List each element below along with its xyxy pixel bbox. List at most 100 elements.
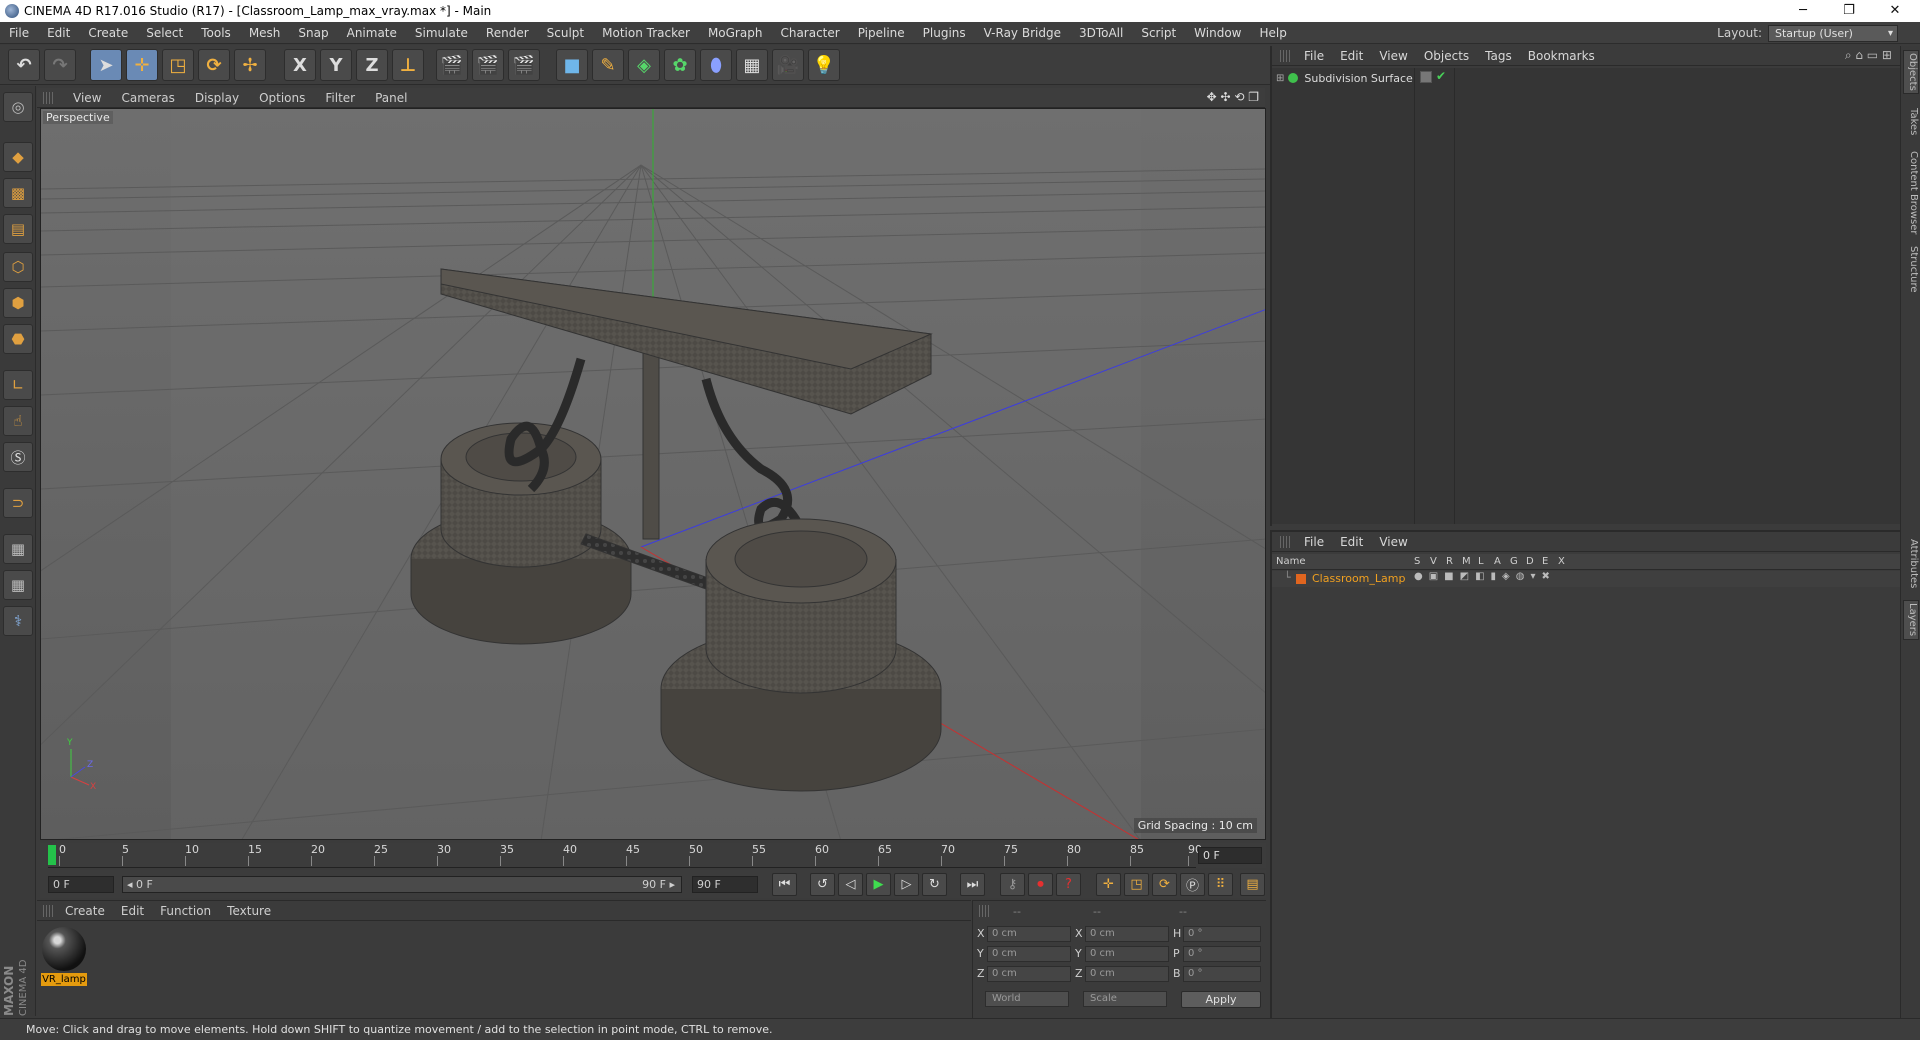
points-mode-button[interactable]: ⬡ xyxy=(3,252,33,282)
menu-render[interactable]: Render xyxy=(477,26,538,40)
objects-menu-objects[interactable]: Objects xyxy=(1416,49,1477,63)
pos-z-field[interactable]: 0 cm xyxy=(987,966,1071,982)
col-solo[interactable]: S xyxy=(1414,556,1420,567)
rot-p-field[interactable]: 0 ° xyxy=(1183,946,1261,962)
close-button[interactable]: ✕ xyxy=(1872,0,1918,22)
axis-x-button[interactable]: X xyxy=(284,49,316,81)
objects-search-home-icons[interactable]: ⌕ ⌂ ▭ ⊞ xyxy=(1845,48,1892,63)
menu-edit[interactable]: Edit xyxy=(38,26,79,40)
layers-menu-file[interactable]: File xyxy=(1296,535,1332,549)
min-frame-field[interactable]: 0 F xyxy=(48,876,114,893)
subdivision-surface-button[interactable]: ◈ xyxy=(628,49,660,81)
material-menu-edit[interactable]: Edit xyxy=(113,904,152,918)
tab-layers[interactable]: Layers xyxy=(1903,600,1919,640)
menu-sculpt[interactable]: Sculpt xyxy=(538,26,593,40)
camera-button[interactable]: 🎥 xyxy=(772,49,804,81)
play-button[interactable]: ▶ xyxy=(866,873,891,896)
coordinate-space-dropdown[interactable]: World xyxy=(985,991,1069,1007)
magnet-button[interactable]: ⊃ xyxy=(3,488,33,518)
col-render[interactable]: R xyxy=(1446,556,1453,567)
col-view[interactable]: V xyxy=(1430,556,1437,567)
viewport-menu-display[interactable]: Display xyxy=(185,91,249,105)
objects-menu-bookmarks[interactable]: Bookmarks xyxy=(1520,49,1603,63)
menu-character[interactable]: Character xyxy=(771,26,848,40)
polygons-mode-button[interactable]: ⬣ xyxy=(3,324,33,354)
prev-key-button[interactable]: ↺ xyxy=(810,873,835,896)
key-parameter-button[interactable]: Ⓟ xyxy=(1180,873,1205,896)
layer-row-classroom-lamp[interactable]: └ Classroom_Lamp ●▣■◩◧▮◈◍▾✖ xyxy=(1272,571,1900,587)
workplane-mode-button[interactable]: ▤ xyxy=(3,214,33,244)
spline-pen-button[interactable]: ✎ xyxy=(592,49,624,81)
size-x-field[interactable]: 0 cm xyxy=(1085,926,1169,942)
size-y-field[interactable]: 0 cm xyxy=(1085,946,1169,962)
autokey-button[interactable]: ⏺ xyxy=(1028,873,1053,896)
menu-help[interactable]: Help xyxy=(1250,26,1295,40)
timeline[interactable]: 0 5 10 15 20 25 30 35 40 45 50 55 60 65 … xyxy=(40,843,1266,868)
python-button[interactable]: ⚕ xyxy=(3,606,33,636)
key-scale-button[interactable]: ◳ xyxy=(1124,873,1149,896)
rotate-tool-button[interactable]: ⟳ xyxy=(198,49,230,81)
material-thumbnail[interactable] xyxy=(42,927,86,971)
render-view-button[interactable]: 🎬 xyxy=(436,49,468,81)
max-frame-field[interactable]: 90 F xyxy=(692,876,758,893)
panel-grip[interactable] xyxy=(43,91,53,104)
menu-script[interactable]: Script xyxy=(1132,26,1185,40)
layer-color-swatch[interactable] xyxy=(1296,574,1306,584)
col-locked[interactable]: L xyxy=(1478,556,1484,567)
key-pla-button[interactable]: ⠿ xyxy=(1208,873,1233,896)
menu-motion-tracker[interactable]: Motion Tracker xyxy=(593,26,699,40)
col-animation[interactable]: A xyxy=(1494,556,1501,567)
layout-dropdown[interactable]: Startup (User) xyxy=(1768,24,1898,42)
panel-grip[interactable] xyxy=(1280,535,1290,548)
panel-grip[interactable] xyxy=(1280,49,1290,62)
tweak-mode-button[interactable]: ☝ xyxy=(3,406,33,436)
prev-frame-button[interactable]: ◁ xyxy=(838,873,863,896)
next-key-button[interactable]: ↻ xyxy=(922,873,947,896)
perspective-viewport[interactable]: Y X Z Perspective Grid Spacing : 10 cm xyxy=(40,108,1266,840)
viewport-menu-filter[interactable]: Filter xyxy=(315,91,365,105)
workplane-align-button[interactable]: ▦ xyxy=(3,570,33,600)
menu-select[interactable]: Select xyxy=(137,26,192,40)
material-menu-function[interactable]: Function xyxy=(152,904,219,918)
viewport-menu-cameras[interactable]: Cameras xyxy=(111,91,184,105)
menu-window[interactable]: Window xyxy=(1185,26,1250,40)
cube-button[interactable]: ■ xyxy=(556,49,588,81)
expand-icon[interactable]: ⊞ xyxy=(1276,73,1284,84)
make-editable-button[interactable]: ◎ xyxy=(3,92,33,122)
pos-x-field[interactable]: 0 cm xyxy=(987,926,1071,942)
viewport-menu-view[interactable]: View xyxy=(63,91,111,105)
material-name-label[interactable]: VR_lamp xyxy=(41,973,87,986)
menu-pipeline[interactable]: Pipeline xyxy=(849,26,914,40)
menu-snap[interactable]: Snap xyxy=(289,26,337,40)
tab-takes[interactable]: Takes xyxy=(1903,104,1919,140)
record-active-button[interactable]: ⚷ xyxy=(1000,873,1025,896)
menu-simulate[interactable]: Simulate xyxy=(406,26,477,40)
edges-mode-button[interactable]: ⬢ xyxy=(3,288,33,318)
size-z-field[interactable]: 0 cm xyxy=(1085,966,1169,982)
col-xref[interactable]: X xyxy=(1558,556,1565,567)
menu-mesh[interactable]: Mesh xyxy=(240,26,290,40)
material-menu-create[interactable]: Create xyxy=(57,904,113,918)
tab-attributes[interactable]: Attributes xyxy=(1903,536,1919,592)
axis-y-button[interactable]: Y xyxy=(320,49,352,81)
menu-plugins[interactable]: Plugins xyxy=(914,26,975,40)
goto-end-button[interactable]: ⏭ xyxy=(960,873,985,896)
menu-create[interactable]: Create xyxy=(79,26,137,40)
menu-file[interactable]: File xyxy=(0,26,38,40)
objects-menu-file[interactable]: File xyxy=(1296,49,1332,63)
key-position-button[interactable]: ✛ xyxy=(1096,873,1121,896)
viewport-nav-icons[interactable]: ✥ ✣ ⟲ ❐ xyxy=(1207,90,1259,104)
undo-button[interactable]: ↶ xyxy=(8,49,40,81)
model-mode-button[interactable]: ◆ xyxy=(3,142,33,172)
col-generators[interactable]: G xyxy=(1510,556,1518,567)
menu-mograph[interactable]: MoGraph xyxy=(699,26,772,40)
object-tree[interactable]: ⊞ Subdivision Surface ✔ xyxy=(1272,68,1900,524)
lock-workplane-button[interactable]: ▦ xyxy=(3,534,33,564)
col-manager[interactable]: M xyxy=(1462,556,1471,567)
col-expressions[interactable]: E xyxy=(1542,556,1548,567)
select-tool-button[interactable]: ➤ xyxy=(90,49,122,81)
rot-h-field[interactable]: 0 ° xyxy=(1183,926,1261,942)
layer-flag-icons[interactable]: ●▣■◩◧▮◈◍▾✖ xyxy=(1414,571,1556,582)
menu-animate[interactable]: Animate xyxy=(338,26,406,40)
panel-grip[interactable] xyxy=(979,905,989,917)
